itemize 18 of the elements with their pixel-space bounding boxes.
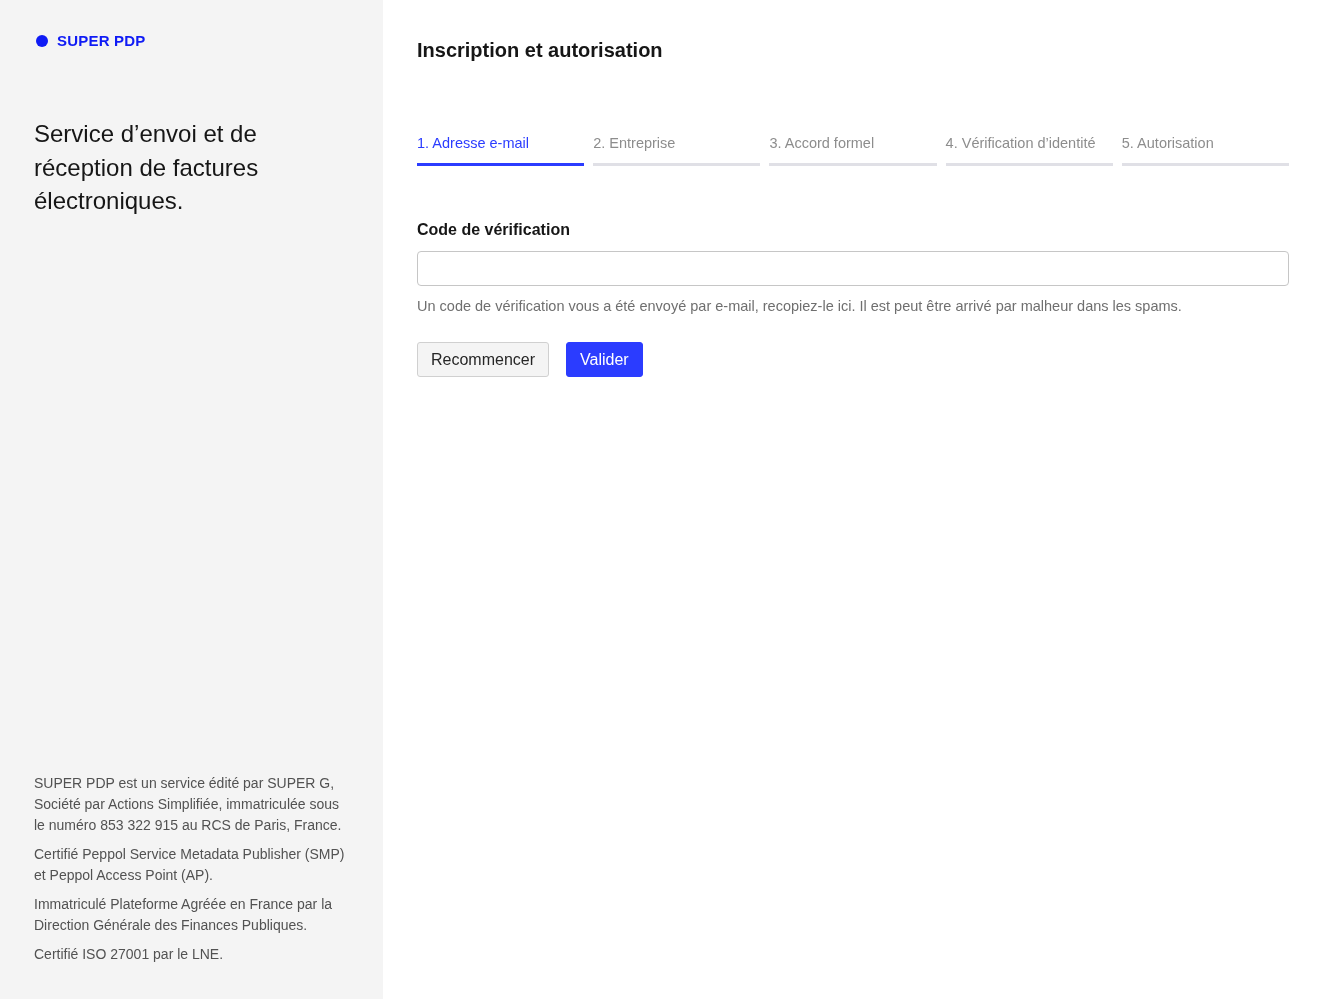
field-label: Code de vérification [417,220,570,240]
step-tab[interactable]: 1. Adresse e-mail [417,129,585,166]
legal-text: Immatriculé Plateforme Agréée en France par la Direction Générale des Finances Publiques. [34,895,334,935]
dot-icon [36,34,48,47]
step-tab[interactable]: 2. Entreprise [593,129,761,166]
legal-text: Certifié ISO 27001 par le LNE. [34,945,225,964]
legal-text: Certifié Peppol Service Metadata Publisher (SMP) et Peppol Access Point (AP). [34,845,346,885]
brand-name: SUPER PDP [57,32,146,49]
legal-text: SUPER PDP est un service édité par SUPER G, Société par Actions Simplifiée, immatriculée sous le numéro 853 322 915 au RCS de Paris, France. [34,774,343,835]
step-tab[interactable]: 5. Autorisation [1121,129,1289,166]
validate-button[interactable]: Valider [566,342,643,377]
step-tab[interactable]: 4. Vérification d’identité [945,129,1113,166]
verification-code-input[interactable] [417,251,1289,286]
tagline: Service d’envoi et de réception de factures électroniques. [34,119,260,216]
restart-button[interactable]: Recommencer [417,342,550,377]
help-text: Un code de vérification vous a été envoyé par e-mail, recopiez-le ici. Il est peut être arrivé par malheur dans les spams. [417,297,1183,316]
page-title: Inscription et autorisation [417,38,664,63]
step-tab[interactable]: 3. Accord formel [769,129,937,166]
